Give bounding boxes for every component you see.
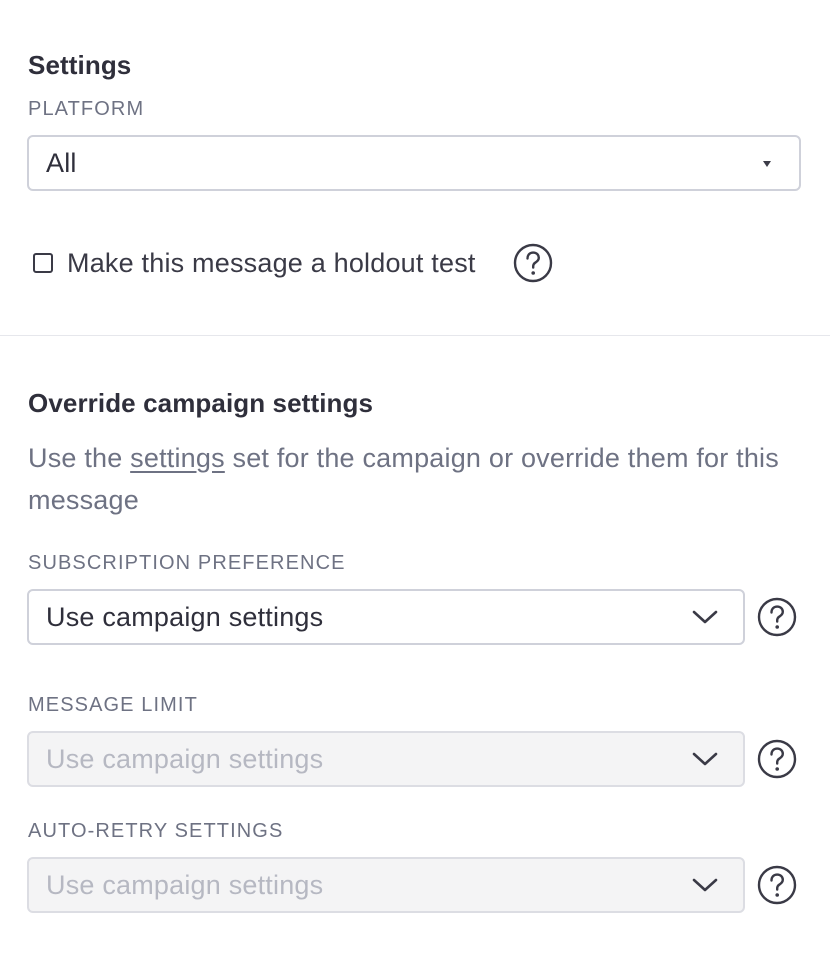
auto-retry-select: Use campaign settings [27, 857, 745, 913]
platform-label: PLATFORM [28, 98, 145, 120]
platform-select-value: All [46, 147, 77, 178]
message-limit-value: Use campaign settings [46, 743, 324, 774]
auto-retry-label: AUTO-RETRY SETTINGS [28, 820, 284, 842]
override-description-start: Use the [28, 443, 131, 473]
chevron-down-icon [692, 752, 718, 766]
section-divider [0, 335, 830, 336]
override-description: Use the settings set for the campaign or… [28, 437, 808, 521]
holdout-test-label[interactable]: Make this message a holdout test [67, 248, 476, 279]
message-limit-help-icon[interactable] [757, 739, 797, 779]
holdout-test-row[interactable]: Make this message a holdout test [33, 245, 476, 281]
subscription-help-icon[interactable] [757, 597, 797, 637]
settings-heading: Settings [28, 50, 132, 80]
subscription-preference-value: Use campaign settings [46, 601, 324, 632]
auto-retry-help-icon[interactable] [757, 865, 797, 905]
message-limit-select: Use campaign settings [27, 731, 745, 787]
subscription-preference-label: SUBSCRIPTION PREFERENCE [28, 552, 346, 574]
chevron-down-icon [692, 610, 718, 624]
caret-down-icon [763, 161, 771, 167]
holdout-help-icon[interactable] [513, 243, 553, 283]
auto-retry-value: Use campaign settings [46, 869, 324, 900]
override-heading: Override campaign settings [28, 388, 374, 418]
holdout-test-checkbox[interactable] [33, 253, 53, 273]
settings-panel: Settings PLATFORM All Make this message … [0, 0, 830, 960]
settings-link[interactable]: settings [130, 443, 225, 473]
chevron-down-icon [692, 878, 718, 892]
platform-select[interactable]: All [27, 135, 801, 191]
message-limit-label: MESSAGE LIMIT [28, 694, 198, 716]
subscription-preference-select[interactable]: Use campaign settings [27, 589, 745, 645]
